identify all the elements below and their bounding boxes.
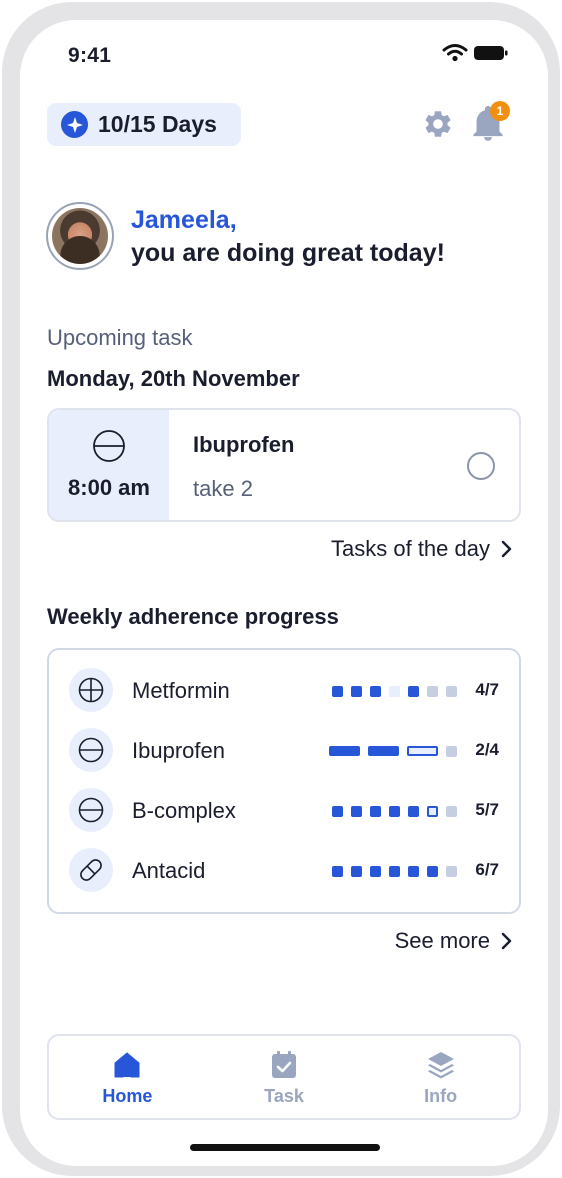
sparkle-icon bbox=[61, 111, 88, 138]
adherence-dot-done bbox=[351, 685, 362, 697]
task-time: 8:00 am bbox=[68, 475, 150, 500]
adherence-dot-current bbox=[427, 805, 438, 817]
upcoming-label: Upcoming task bbox=[47, 325, 193, 350]
adherence-bar-done bbox=[329, 746, 360, 756]
task-complete-checkbox[interactable] bbox=[467, 452, 495, 480]
med-row-metformin[interactable]: Metformin 4/7 bbox=[49, 668, 519, 714]
settings-gear-icon[interactable] bbox=[422, 108, 454, 140]
see-more-label: See more bbox=[394, 928, 490, 953]
tab-home[interactable]: Home bbox=[49, 1036, 206, 1118]
pill-half-icon bbox=[69, 728, 113, 772]
adherence-dot-done bbox=[408, 805, 419, 817]
greeting-message: you are doing great today! bbox=[131, 239, 445, 267]
adherence-dots bbox=[329, 745, 457, 757]
adherence-dot-done bbox=[351, 865, 362, 877]
adherence-bar-done bbox=[368, 746, 399, 756]
notification-badge: 1 bbox=[490, 101, 510, 121]
weekly-progress-card: Metformin 4/7 Ibuprofen 2/4 B-complex 5/… bbox=[47, 648, 521, 914]
adherence-dot-done bbox=[370, 685, 381, 697]
adherence-dots bbox=[332, 865, 457, 877]
tab-task-label: Task bbox=[264, 1086, 304, 1106]
streak-label: 10/15 Days bbox=[98, 111, 217, 137]
tasks-of-the-day-link[interactable]: Tasks of the day bbox=[331, 536, 512, 562]
adherence-dots bbox=[332, 805, 457, 817]
home-icon bbox=[114, 1052, 140, 1078]
bottom-tab-bar: Home Task Info bbox=[47, 1034, 521, 1120]
adherence-dot-pending bbox=[427, 685, 438, 697]
tab-task[interactable]: Task bbox=[206, 1036, 363, 1118]
med-count: 5/7 bbox=[475, 800, 499, 819]
adherence-dot-done bbox=[332, 685, 343, 697]
avatar[interactable] bbox=[46, 202, 114, 270]
upcoming-date: Monday, 20th November bbox=[47, 366, 300, 391]
adherence-bar-current bbox=[407, 746, 438, 756]
capsule-icon bbox=[69, 848, 113, 892]
med-row-ibuprofen[interactable]: Ibuprofen 2/4 bbox=[49, 728, 519, 774]
adherence-dot-done bbox=[408, 865, 419, 877]
adherence-dot-pending bbox=[446, 865, 457, 877]
adherence-dot-done bbox=[370, 865, 381, 877]
layers-icon bbox=[427, 1052, 454, 1079]
status-time: 9:41 bbox=[68, 44, 112, 67]
weekly-title: Weekly adherence progress bbox=[47, 604, 339, 629]
status-icons bbox=[442, 44, 508, 62]
adherence-dot-done bbox=[351, 805, 362, 817]
adherence-dot-done bbox=[370, 805, 381, 817]
med-count: 6/7 bbox=[475, 860, 499, 879]
pill-half-icon bbox=[93, 430, 125, 462]
task-name: Ibuprofen bbox=[193, 432, 295, 457]
tasks-of-the-day-label: Tasks of the day bbox=[331, 536, 490, 561]
adherence-dot-done bbox=[332, 865, 343, 877]
adherence-dot-done bbox=[389, 805, 400, 817]
adherence-dot-pending bbox=[446, 685, 457, 697]
pill-half-icon bbox=[69, 788, 113, 832]
streak-badge[interactable]: 10/15 Days bbox=[47, 103, 241, 146]
task-dose: take 2 bbox=[193, 476, 253, 501]
upcoming-task-card[interactable]: 8:00 am Ibuprofen take 2 bbox=[47, 408, 521, 522]
adherence-dots bbox=[332, 685, 457, 697]
adherence-dot-pending bbox=[446, 805, 457, 817]
calendar-check-icon bbox=[272, 1051, 296, 1078]
tab-info[interactable]: Info bbox=[362, 1036, 519, 1118]
greeting-name: Jameela, bbox=[131, 206, 237, 234]
tab-home-label: Home bbox=[102, 1086, 153, 1106]
med-name: Metformin bbox=[132, 678, 230, 703]
pill-cross-icon bbox=[69, 668, 113, 712]
med-name: Ibuprofen bbox=[132, 738, 225, 763]
avatar-photo bbox=[52, 208, 108, 264]
home-indicator[interactable] bbox=[190, 1144, 380, 1151]
adherence-bar-pending bbox=[446, 745, 457, 757]
adherence-dot-missed bbox=[389, 685, 400, 697]
med-row-antacid[interactable]: Antacid 6/7 bbox=[49, 848, 519, 894]
adherence-dot-done bbox=[427, 865, 438, 877]
chevron-right-icon bbox=[501, 932, 512, 950]
med-count: 2/4 bbox=[475, 740, 499, 759]
battery-icon bbox=[474, 46, 508, 60]
med-row-b-complex[interactable]: B-complex 5/7 bbox=[49, 788, 519, 834]
med-count: 4/7 bbox=[475, 680, 499, 699]
see-more-link[interactable]: See more bbox=[395, 928, 512, 954]
adherence-dot-done bbox=[408, 685, 419, 697]
task-time-box: 8:00 am bbox=[49, 410, 169, 520]
adherence-dot-done bbox=[389, 865, 400, 877]
task-body: Ibuprofen take 2 bbox=[169, 410, 519, 520]
device-frame: 9:41 10/15 Days 1 Jameela, you are doing… bbox=[2, 2, 560, 1176]
app-screen: 9:41 10/15 Days 1 Jameela, you are doing… bbox=[20, 20, 548, 1166]
med-name: B-complex bbox=[132, 798, 236, 823]
wifi-icon bbox=[442, 44, 468, 62]
tab-info-label: Info bbox=[424, 1086, 458, 1106]
adherence-dot-done bbox=[332, 805, 343, 817]
chevron-right-icon bbox=[501, 540, 512, 558]
med-name: Antacid bbox=[132, 858, 206, 883]
